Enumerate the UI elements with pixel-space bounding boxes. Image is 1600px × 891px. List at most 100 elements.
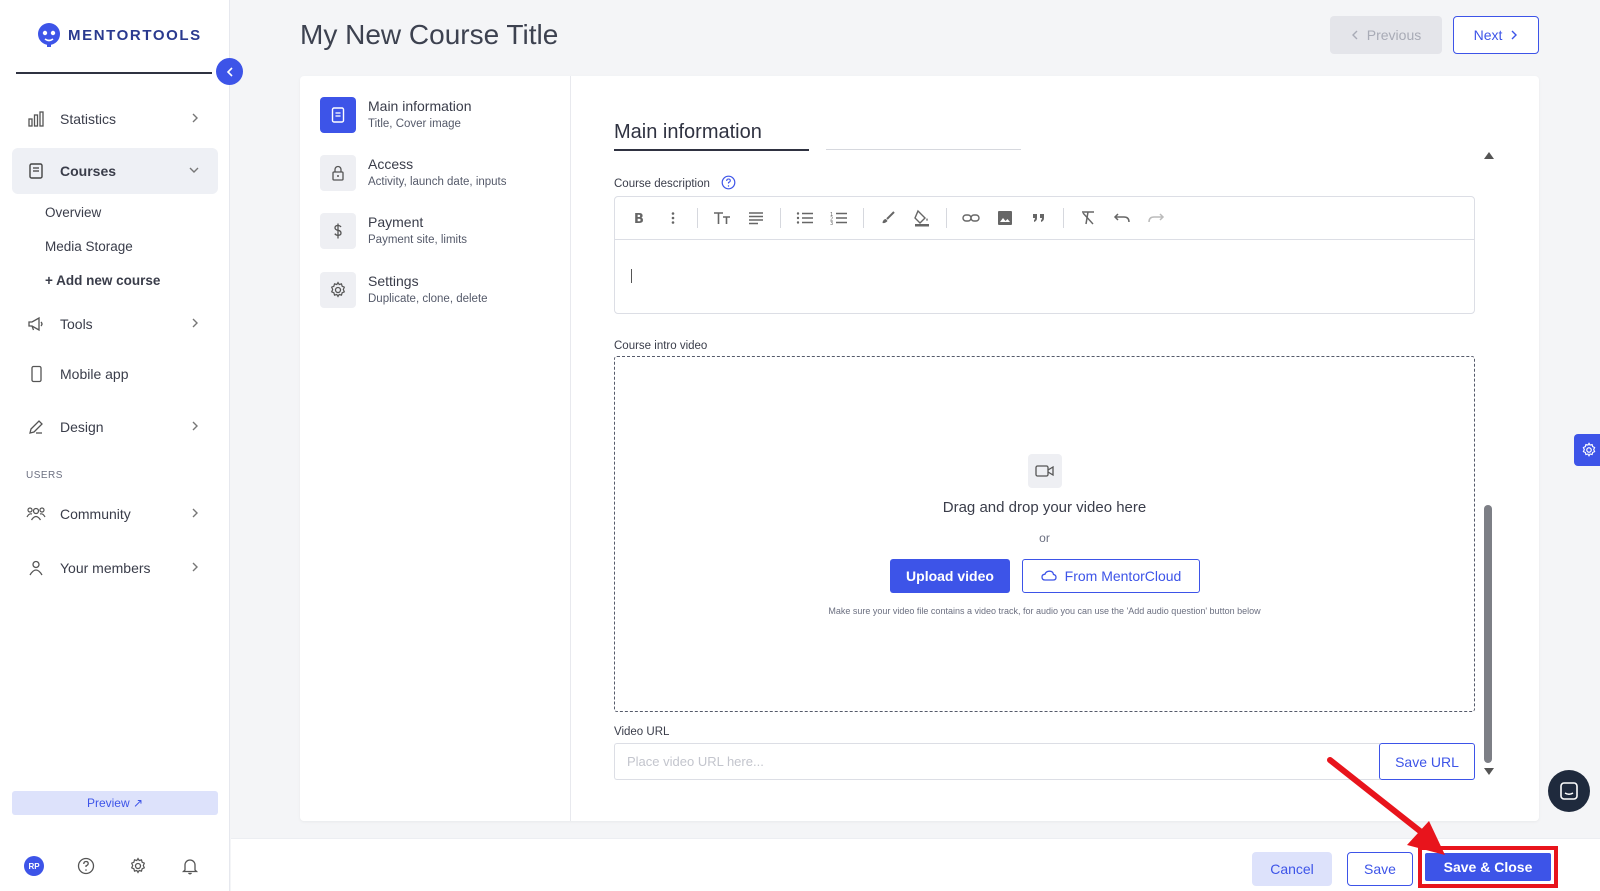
video-url-label: Video URL <box>614 726 670 738</box>
pencil-icon <box>26 417 46 437</box>
step-payment[interactable]: Payment Payment site, limits <box>320 213 467 249</box>
chat-icon <box>1559 781 1579 801</box>
settings-tab-button[interactable] <box>1574 434 1600 466</box>
bar-chart-icon <box>26 109 46 129</box>
gear-icon[interactable] <box>128 856 148 876</box>
brush-icon[interactable] <box>878 208 898 228</box>
scroll-up-arrow-icon[interactable] <box>1484 152 1494 159</box>
bell-icon[interactable] <box>180 856 200 876</box>
sidebar-item-community[interactable]: Community <box>12 491 218 537</box>
section-title: Main information <box>614 121 762 143</box>
from-mentorcloud-label: From MentorCloud <box>1064 568 1182 584</box>
logo-divider <box>16 72 212 74</box>
phone-icon <box>26 364 46 384</box>
sidebar-item-design[interactable]: Design <box>12 404 218 450</box>
toolbar-separator <box>1063 208 1064 228</box>
sidebar-item-label: Mobile app <box>60 366 129 382</box>
svg-text:B: B <box>634 212 644 225</box>
numbered-list-icon[interactable]: 123 <box>829 208 849 228</box>
chevron-right-icon <box>190 507 200 519</box>
avatar[interactable]: RP <box>24 856 44 876</box>
clear-format-icon[interactable] <box>1078 208 1098 228</box>
sidebar-item-label: Design <box>60 419 104 435</box>
sidebar-subitem-media-storage[interactable]: Media Storage <box>45 239 133 254</box>
sidebar-item-statistics[interactable]: Statistics <box>12 96 218 142</box>
scroll-down-arrow-icon[interactable] <box>1484 768 1494 775</box>
user-icon <box>26 558 46 578</box>
dropzone-text: Drag and drop your video here <box>942 499 1147 516</box>
brand-logo[interactable]: MENTORTOOLS <box>36 22 202 48</box>
next-button[interactable]: Next <box>1453 16 1539 54</box>
bold-icon[interactable]: B <box>629 208 649 228</box>
section-title-underline <box>614 149 809 151</box>
chat-launcher-button[interactable] <box>1548 770 1590 812</box>
sidebar-item-label: Courses <box>60 163 117 179</box>
image-icon[interactable] <box>995 208 1015 228</box>
step-title: Access <box>368 156 414 172</box>
step-title: Main information <box>368 98 472 114</box>
chevron-right-icon <box>190 561 200 573</box>
sidebar-item-label: Statistics <box>60 111 117 127</box>
upload-video-button[interactable]: Upload video <box>890 559 1010 593</box>
step-settings[interactable]: Settings Duplicate, clone, delete <box>320 272 488 308</box>
step-subtitle: Duplicate, clone, delete <box>368 293 488 305</box>
step-title: Settings <box>368 273 419 289</box>
fill-color-icon[interactable] <box>912 208 932 228</box>
dropzone-note: Make sure your video file contains a vid… <box>828 606 1261 616</box>
undo-icon[interactable] <box>1112 208 1132 228</box>
sidebar-item-label: Tools <box>60 316 93 332</box>
more-vertical-icon[interactable] <box>663 208 683 228</box>
text-caret <box>631 269 632 283</box>
page-title: My New Course Title <box>300 19 559 50</box>
previous-button[interactable]: Previous <box>1330 16 1442 54</box>
course-intro-video-label: Course intro video <box>614 340 708 352</box>
toolbar-separator <box>863 208 864 228</box>
cancel-button[interactable]: Cancel <box>1252 852 1332 886</box>
redo-icon[interactable] <box>1146 208 1166 228</box>
step-title: Payment <box>368 214 424 230</box>
sidebar-item-your-members[interactable]: Your members <box>12 545 218 591</box>
video-url-input[interactable] <box>614 743 1380 780</box>
svg-text:3: 3 <box>830 221 833 225</box>
chevron-down-icon <box>188 165 200 175</box>
chevron-right-icon <box>190 112 200 124</box>
section-title-divider <box>826 149 1021 150</box>
text-size-icon[interactable] <box>712 208 732 228</box>
sidebar-subitem-add-course[interactable]: + Add new course <box>45 273 160 288</box>
course-description-editor[interactable]: B 123 <box>614 196 1475 314</box>
dropzone-or: or <box>1039 531 1050 545</box>
link-icon[interactable] <box>961 208 981 228</box>
align-icon[interactable] <box>746 208 766 228</box>
course-description-label: Course description <box>614 178 710 190</box>
sidebar-item-mobile-app[interactable]: Mobile app <box>12 351 218 397</box>
sidebar-item-tools[interactable]: Tools <box>12 301 218 347</box>
steps-panel: Main information Title, Cover image Acces… <box>300 76 571 821</box>
sidebar-bottom-bar: RP <box>24 856 200 876</box>
lock-icon <box>320 155 356 191</box>
quote-icon[interactable] <box>1029 208 1049 228</box>
help-circle-icon[interactable] <box>721 175 736 190</box>
sidebar-item-label: Community <box>60 506 131 522</box>
sidebar-item-label: Your members <box>60 560 151 576</box>
collapse-sidebar-button[interactable] <box>216 58 243 85</box>
step-subtitle: Payment site, limits <box>368 234 468 246</box>
document-icon <box>320 97 356 133</box>
book-icon <box>26 161 46 181</box>
chevron-right-icon <box>190 317 200 329</box>
video-dropzone[interactable]: Drag and drop your video here or Upload … <box>614 356 1475 712</box>
sidebar-item-courses[interactable]: Courses <box>12 148 218 194</box>
megaphone-icon <box>26 314 46 334</box>
chevron-right-icon <box>190 420 200 432</box>
step-main-information[interactable]: Main information Title, Cover image <box>320 97 472 133</box>
annotation-arrow-icon <box>1325 755 1455 865</box>
step-subtitle: Activity, launch date, inputs <box>368 176 507 188</box>
from-mentorcloud-button[interactable]: From MentorCloud <box>1022 559 1200 593</box>
help-icon[interactable] <box>76 856 96 876</box>
video-camera-icon <box>1028 454 1062 488</box>
scrollbar-thumb[interactable] <box>1484 505 1492 763</box>
bullet-list-icon[interactable] <box>795 208 815 228</box>
sidebar-subitem-overview[interactable]: Overview <box>45 205 101 220</box>
toolbar-separator <box>697 208 698 228</box>
preview-button[interactable]: Preview ↗ <box>12 791 218 815</box>
step-access[interactable]: Access Activity, launch date, inputs <box>320 155 507 191</box>
